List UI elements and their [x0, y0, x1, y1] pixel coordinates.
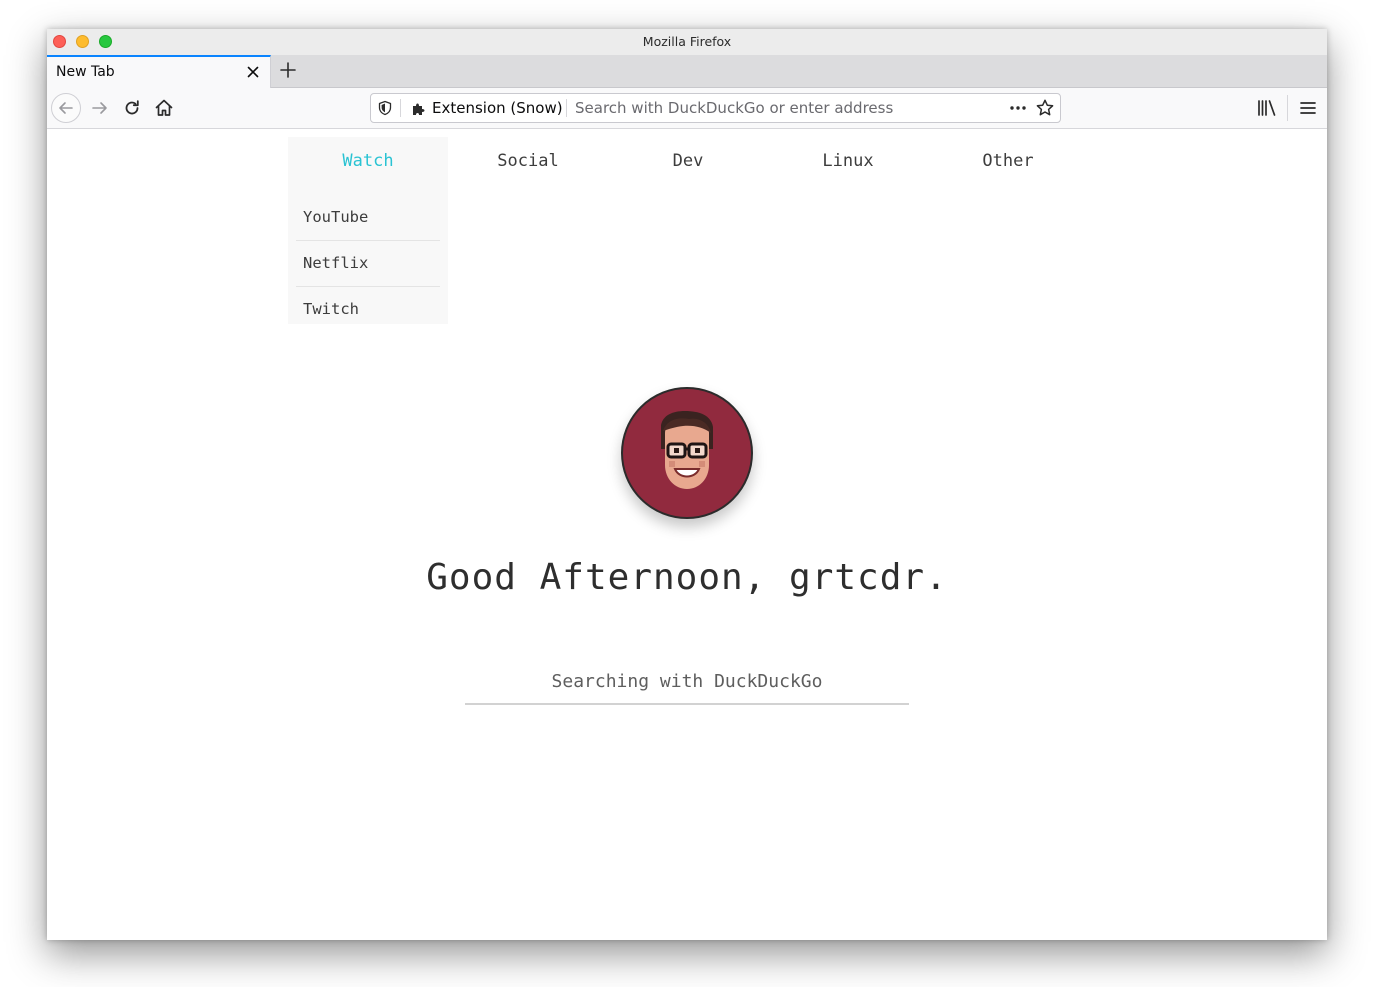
category-linux[interactable]: Linux	[768, 137, 928, 175]
maximize-window-button[interactable]	[99, 35, 112, 48]
link-netflix[interactable]: Netflix	[296, 240, 440, 286]
toolbar-divider	[1287, 95, 1288, 121]
tab-strip: New Tab	[47, 55, 1327, 88]
url-divider	[400, 99, 401, 117]
search-box	[465, 661, 909, 705]
search-input[interactable]	[465, 661, 909, 701]
reload-icon[interactable]	[120, 96, 144, 120]
close-icon[interactable]	[246, 65, 260, 79]
arrow-left-icon	[59, 102, 73, 114]
category-dev[interactable]: Dev	[608, 137, 768, 175]
avatar	[621, 387, 753, 519]
greeting-heading: Good Afternoon, grtcdr.	[426, 557, 948, 598]
more-dots-icon[interactable]	[1008, 100, 1028, 116]
new-tab-page: Watch YouTube Netflix Twitch Social Dev …	[47, 129, 1327, 940]
home-icon[interactable]	[152, 96, 176, 120]
category-social[interactable]: Social	[448, 137, 608, 175]
dropdown-watch: Watch YouTube Netflix Twitch	[288, 137, 448, 324]
hamburger-menu-icon[interactable]	[1299, 98, 1317, 118]
category-other[interactable]: Other	[928, 137, 1088, 175]
close-window-button[interactable]	[53, 35, 66, 48]
star-icon[interactable]	[1035, 98, 1055, 118]
title-bar: Mozilla Firefox	[47, 29, 1327, 55]
url-divider	[566, 99, 567, 117]
url-bar[interactable]: Extension (Snow)	[370, 93, 1061, 123]
avatar-portrait	[661, 411, 713, 489]
browser-window: Mozilla Firefox New Tab Extension (Snow)…	[47, 29, 1327, 940]
window-title: Mozilla Firefox	[642, 34, 732, 49]
category-watch[interactable]: Watch	[288, 137, 448, 175]
shield-icon[interactable]	[377, 100, 393, 116]
new-tab-plus-icon[interactable]	[279, 61, 297, 79]
link-twitch[interactable]: Twitch	[296, 286, 440, 332]
arrow-right-icon[interactable]	[88, 96, 112, 120]
library-icon[interactable]	[1256, 98, 1278, 118]
extension-identity-label[interactable]: Extension (Snow)	[432, 99, 563, 117]
tab-new-tab[interactable]: New Tab	[47, 55, 271, 88]
link-youtube[interactable]: YouTube	[296, 194, 440, 240]
tab-title: New Tab	[56, 64, 115, 80]
address-input[interactable]	[575, 97, 995, 119]
puzzle-icon	[413, 103, 425, 115]
navigation-toolbar: Extension (Snow)	[47, 88, 1327, 129]
minimize-window-button[interactable]	[76, 35, 89, 48]
back-button[interactable]	[51, 93, 81, 123]
